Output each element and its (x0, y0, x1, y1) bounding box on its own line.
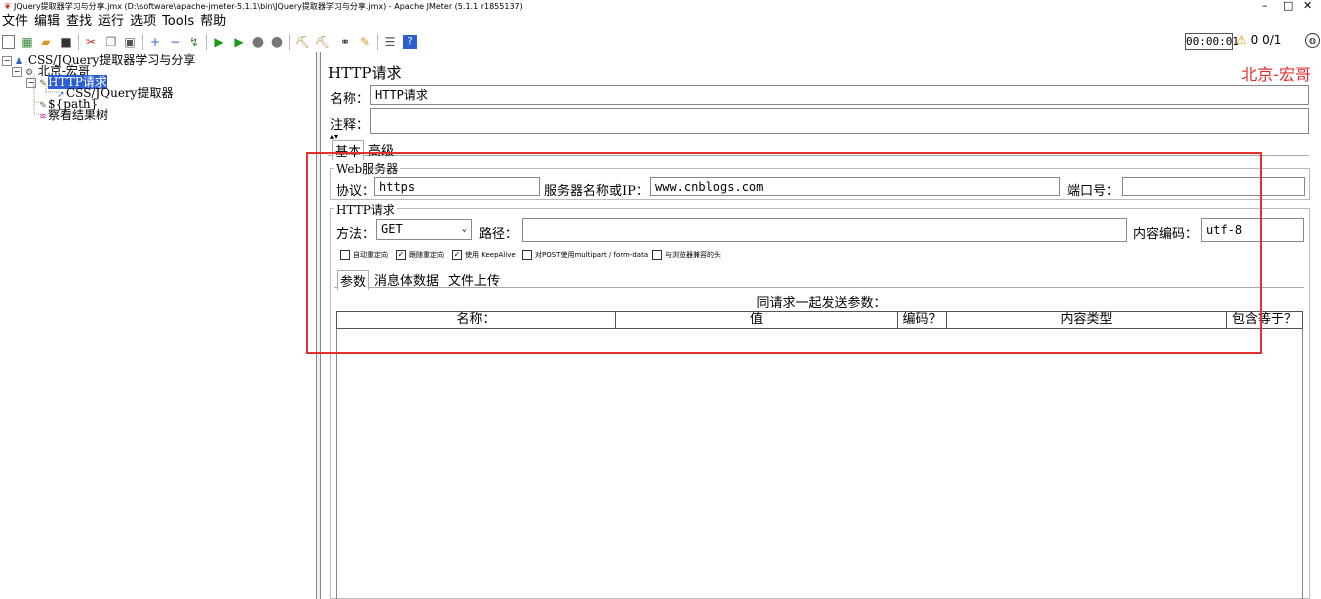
menu-tools[interactable]: Tools (162, 14, 194, 29)
open-folder-icon[interactable]: ▰ (39, 35, 53, 49)
comment-label: 注释： (330, 118, 370, 133)
keepalive-checkbox[interactable]: ✓ 使用 KeepAlive (452, 250, 516, 260)
checkbox-icon (340, 250, 350, 260)
method-select[interactable]: GET ⌄ (376, 219, 472, 240)
warning-count: 0 (1250, 33, 1259, 47)
copy-icon[interactable]: ❐ (104, 35, 118, 49)
menu-options[interactable]: 选项 (130, 14, 156, 29)
paste-icon[interactable]: ▣ (123, 35, 137, 49)
params-table-body[interactable] (336, 329, 1303, 599)
brand-watermark: 北京-宏哥 (1241, 65, 1311, 84)
save-icon[interactable]: ■ (59, 35, 73, 49)
thread-count: 0/1 (1262, 33, 1282, 47)
maximize-button[interactable]: □ (1283, 0, 1293, 12)
follow-redirects-checkbox[interactable]: ✓ 跟随重定向 (396, 250, 444, 260)
expand-icon[interactable]: + (148, 35, 162, 49)
templates-icon[interactable]: ▦ (20, 35, 34, 49)
clear-all-icon[interactable]: ⛏ (315, 35, 330, 49)
warning-icon: ⚠ (1236, 33, 1247, 47)
tree-item-view-results-tree[interactable]: ≋察看结果树 (38, 109, 108, 123)
column-header-content-type[interactable]: 内容类型 (947, 312, 1227, 328)
split-pane-divider[interactable] (316, 52, 321, 599)
toggle-icon[interactable]: ↯ (187, 35, 201, 49)
collapse-toggle-icon[interactable]: − (26, 77, 36, 88)
listener-chart-icon: ≋ (39, 112, 47, 122)
path-field[interactable] (522, 218, 1127, 242)
start-no-pause-icon[interactable]: ▶ (232, 35, 246, 49)
http-request-panel: HTTP请求 北京-宏哥 名称： HTTP请求 注释： ▴▾ 基本 高级 Web… (322, 52, 1321, 599)
params-table-header: 名称： 值 编码？ 内容类型 包含等于？ (336, 311, 1303, 329)
tab-parameters[interactable]: 参数 (337, 270, 370, 290)
checkbox-icon (652, 250, 662, 260)
checkbox-icon (522, 250, 532, 260)
comment-field[interactable] (370, 108, 1309, 134)
minimize-button[interactable]: – (1262, 0, 1268, 12)
content-encoding-field[interactable]: utf-8 (1201, 218, 1304, 242)
protocol-label: 协议： (336, 184, 376, 199)
toolbar: ▦ ▰ ■ ✂ ❐ ▣ + − ↯ ▶ ▶ ● ● ⛏ ⛏ ⚭ ✎ ☰ ? (0, 32, 1321, 52)
port-field[interactable] (1122, 177, 1305, 196)
port-label: 端口号： (1067, 184, 1120, 199)
multipart-checkbox[interactable]: 对POST使用multipart / form-data (522, 250, 648, 260)
remote-icon[interactable]: ◍ (1305, 33, 1320, 48)
column-header-value[interactable]: 值 (616, 312, 898, 328)
collapse-icon[interactable]: − (168, 35, 182, 49)
menu-run[interactable]: 运行 (98, 14, 124, 29)
sampler-pen-icon: ✎ (39, 79, 47, 89)
warning-status[interactable]: ⚠ 0 0/1 (1236, 32, 1281, 49)
http-request-legend: HTTP请求 (334, 201, 397, 218)
name-label: 名称： (330, 92, 370, 107)
reset-search-icon[interactable]: ✎ (358, 35, 372, 49)
browser-headers-checkbox[interactable]: 与浏览器兼容的头 (652, 250, 721, 260)
column-header-encode[interactable]: 编码？ (898, 312, 947, 328)
clear-icon[interactable]: ⛏ (295, 35, 310, 49)
help-icon[interactable]: ? (403, 35, 417, 49)
tab-body-data[interactable]: 消息体数据 (374, 270, 439, 289)
tab-advanced[interactable]: 高级 (368, 140, 394, 159)
method-label: 方法： (336, 227, 376, 242)
test-plan-tree: − ♟ CSS/JQuery提取器学习与分享 − ⚙ 北京-宏哥 − ✎HTTP请求 … (0, 52, 316, 599)
cut-icon[interactable]: ✂ (84, 35, 98, 49)
close-button[interactable]: ✕ (1303, 0, 1312, 12)
new-file-icon[interactable] (2, 35, 15, 49)
auto-redirect-checkbox[interactable]: 自动重定向 (340, 250, 388, 260)
server-name-field[interactable]: www.cnblogs.com (650, 177, 1060, 196)
page-title: HTTP请求 (328, 64, 402, 82)
start-icon[interactable]: ▶ (212, 35, 226, 49)
web-server-legend: Web服务器 (334, 160, 401, 177)
menu-file[interactable]: 文件 (2, 14, 28, 29)
shutdown-icon[interactable]: ● (270, 35, 284, 49)
protocol-field[interactable]: https (374, 177, 540, 196)
menu-search[interactable]: 查找 (66, 14, 92, 29)
window-title-bar: ❦ JQuery提取器学习与分享.jmx (D:\software\apache… (0, 0, 1321, 13)
elapsed-timer: 00:00:01 (1185, 33, 1239, 50)
server-name-label: 服务器名称或IP： (544, 184, 649, 199)
menu-help[interactable]: 帮助 (200, 14, 226, 29)
content-encoding-label: 内容编码： (1133, 227, 1199, 242)
menu-edit[interactable]: 编辑 (34, 14, 60, 29)
column-header-name[interactable]: 名称： (337, 312, 616, 328)
collapse-toggle-icon[interactable]: − (12, 66, 22, 77)
menu-bar: 文件 编辑 查找 运行 选项 Tools 帮助 (0, 13, 1321, 31)
checkmark-icon: ✓ (452, 250, 462, 260)
stop-icon[interactable]: ● (251, 35, 265, 49)
name-field[interactable]: HTTP请求 (370, 85, 1309, 105)
params-caption: 同请求一起发送参数： (756, 296, 887, 311)
tab-file-upload[interactable]: 文件上传 (448, 270, 500, 289)
window-title: JQuery提取器学习与分享.jmx (D:\software\apache-j… (14, 2, 523, 11)
chevron-down-icon: ⌄ (461, 224, 467, 234)
collapse-toggle-icon[interactable]: − (2, 55, 12, 66)
search-icon[interactable]: ⚭ (338, 35, 352, 49)
path-label: 路径： (479, 227, 519, 242)
tab-basic[interactable]: 基本 (332, 140, 365, 160)
column-header-include-equals[interactable]: 包含等于？ (1227, 312, 1302, 328)
checkmark-icon: ✓ (396, 250, 406, 260)
function-helper-icon[interactable]: ☰ (383, 35, 397, 49)
